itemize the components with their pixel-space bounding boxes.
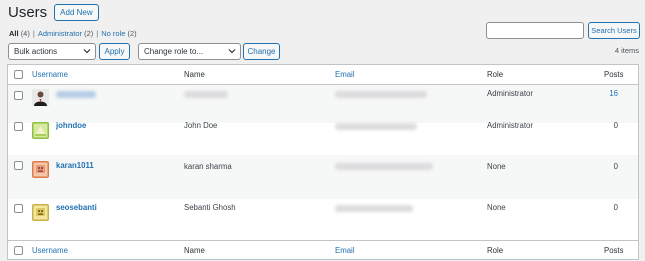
bulk-actions-value: Bulk actions <box>14 47 58 56</box>
user-posts-link[interactable]: 16 <box>588 89 618 99</box>
column-name: Name <box>184 246 205 255</box>
avatar <box>32 204 49 221</box>
username-link[interactable]: seosebanti <box>56 203 97 213</box>
user-role: Administrator <box>487 121 533 130</box>
default-avatar-icon <box>32 204 49 221</box>
user-posts: 0 <box>613 121 618 130</box>
column-role: Role <box>487 70 504 79</box>
filter-all[interactable]: All (4) <box>9 29 30 38</box>
user-photo-icon <box>32 89 49 106</box>
username-link[interactable]: johndoe <box>56 121 86 131</box>
email-redacted[interactable] <box>335 163 433 170</box>
row-checkbox[interactable] <box>14 204 23 213</box>
apply-button[interactable]: Apply <box>99 43 130 60</box>
column-posts: Posts <box>604 70 624 79</box>
table-row: johndoe John Doe Administrator 0 <box>8 117 638 155</box>
row-checkbox[interactable] <box>14 91 23 100</box>
column-role: Role <box>487 246 504 255</box>
user-posts: 0 <box>613 162 618 171</box>
email-redacted[interactable] <box>335 205 413 212</box>
column-posts: Posts <box>604 246 624 255</box>
avatar <box>32 122 49 139</box>
avatar <box>32 161 49 178</box>
column-email[interactable]: Email <box>335 70 355 80</box>
users-table: Username Name Email Role Posts Administr… <box>7 64 639 260</box>
email-redacted[interactable] <box>335 91 427 98</box>
user-role: Administrator <box>487 89 533 98</box>
table-footer: Username Name Email Role Posts <box>8 240 638 260</box>
table-row: karan1011 karan sharma None 0 <box>8 155 638 199</box>
user-name: John Doe <box>184 121 218 130</box>
item-count: 4 items <box>614 46 639 55</box>
page-header: Users Add New <box>8 4 99 21</box>
avatar <box>32 89 49 106</box>
chevron-down-icon <box>228 49 236 54</box>
search-input[interactable] <box>486 22 584 39</box>
user-posts: 0 <box>613 203 618 212</box>
chevron-down-icon <box>83 49 91 54</box>
separator: | <box>96 29 99 38</box>
separator: | <box>32 29 35 38</box>
select-all-checkbox[interactable] <box>14 246 23 255</box>
username-redacted[interactable] <box>56 91 96 98</box>
user-role: None <box>487 162 506 171</box>
user-name: karan sharma <box>184 162 232 171</box>
column-name: Name <box>184 70 205 79</box>
column-username[interactable]: Username <box>32 70 68 80</box>
table-header: Username Name Email Role Posts <box>8 65 638 85</box>
row-checkbox[interactable] <box>14 122 23 131</box>
table-row: seosebanti Sebanti Ghosh None 0 <box>8 199 638 240</box>
change-role-button[interactable]: Change <box>243 43 280 60</box>
column-email[interactable]: Email <box>335 246 355 256</box>
row-checkbox[interactable] <box>14 161 23 170</box>
name-redacted <box>184 91 228 98</box>
username-link[interactable]: karan1011 <box>56 161 94 171</box>
role-filter-links: All (4) | Administrator (2) | No role (2… <box>9 29 137 38</box>
default-avatar-icon <box>32 122 49 139</box>
filter-administrator[interactable]: Administrator (2) <box>38 29 93 38</box>
change-role-select[interactable]: Change role to... <box>138 43 241 60</box>
search-users-button[interactable]: Search Users <box>588 22 640 39</box>
default-avatar-icon <box>32 161 49 178</box>
change-role-value: Change role to... <box>144 47 204 56</box>
column-username[interactable]: Username <box>32 246 68 256</box>
select-all-checkbox[interactable] <box>14 70 23 79</box>
page-title: Users <box>8 4 48 21</box>
add-new-button[interactable]: Add New <box>54 4 99 21</box>
email-redacted[interactable] <box>335 123 417 130</box>
bulk-actions-select[interactable]: Bulk actions <box>8 43 96 60</box>
filter-no-role[interactable]: No role (2) <box>101 29 136 38</box>
user-name: Sebanti Ghosh <box>184 203 236 212</box>
user-role: None <box>487 203 506 212</box>
